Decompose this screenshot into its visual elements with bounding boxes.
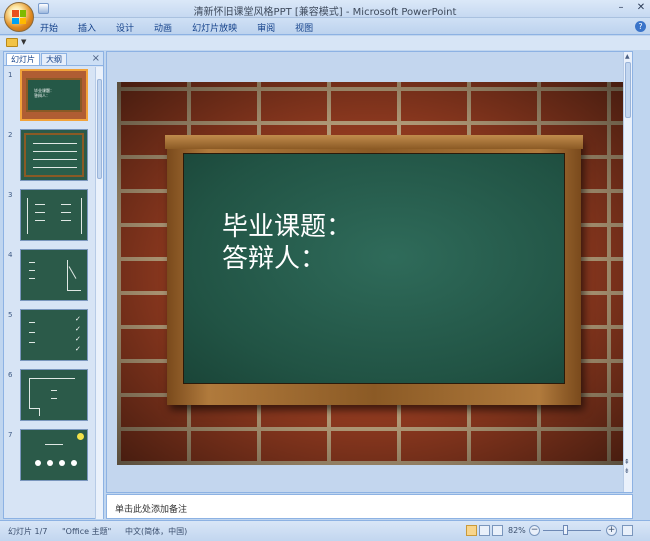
help-icon[interactable]: ? bbox=[635, 21, 646, 32]
slide-thumbnail-5[interactable]: 5 ✓ ✓ ✓ ✓ bbox=[4, 309, 96, 365]
slide-preview bbox=[20, 429, 88, 481]
scroll-up-icon[interactable]: ▲ bbox=[625, 53, 630, 60]
panel-tabs: 幻灯片 大纲 × bbox=[4, 52, 103, 66]
language-indicator[interactable]: 中文(简体，中国) bbox=[125, 526, 187, 537]
slide-number: 3 bbox=[8, 191, 13, 199]
tab-insert[interactable]: 插入 bbox=[78, 21, 96, 34]
tab-slides[interactable]: 幻灯片 bbox=[6, 53, 40, 65]
slide-preview bbox=[20, 369, 88, 421]
slide-preview bbox=[20, 129, 88, 181]
slide-sorter-view-icon[interactable] bbox=[479, 525, 490, 536]
tab-animations[interactable]: 动画 bbox=[154, 21, 172, 34]
close-panel-button[interactable]: × bbox=[92, 53, 100, 64]
slides-panel: 幻灯片 大纲 × 1 毕业课题： 答辩人： 2 3 4 5 ✓ ✓ ✓ ✓ 6 … bbox=[3, 51, 104, 519]
office-logo-icon bbox=[12, 10, 26, 24]
slide-thumbnail-2[interactable]: 2 bbox=[4, 129, 96, 185]
slide-number: 6 bbox=[8, 371, 13, 379]
folder-icon[interactable] bbox=[6, 38, 18, 47]
ribbon: 开始 插入 设计 动画 幻灯片放映 审阅 视图 ? bbox=[0, 18, 650, 35]
tab-outline[interactable]: 大纲 bbox=[41, 53, 67, 65]
fit-to-window-icon[interactable] bbox=[622, 525, 633, 536]
window-controls: – ✕ bbox=[614, 2, 648, 14]
slide-thumbnail-4[interactable]: 4 bbox=[4, 249, 96, 305]
current-slide[interactable]: 毕业课题： 答辩人： bbox=[117, 82, 626, 465]
slide-number: 5 bbox=[8, 311, 13, 319]
slide-preview bbox=[20, 249, 88, 301]
slide-number: 4 bbox=[8, 251, 13, 259]
zoom-in-button[interactable]: + bbox=[606, 525, 617, 536]
tab-design[interactable]: 设计 bbox=[116, 21, 134, 34]
scrollbar-thumb[interactable] bbox=[625, 62, 631, 118]
zoom-slider-handle[interactable] bbox=[563, 525, 568, 535]
slide-thumbnail-7[interactable]: 7 bbox=[4, 429, 96, 485]
slide-number: 2 bbox=[8, 131, 13, 139]
slide-number: 7 bbox=[8, 431, 13, 439]
title-bar: 清新怀旧课堂风格PPT [兼容模式] - Microsoft PowerPoin… bbox=[0, 0, 650, 18]
tab-review[interactable]: 审阅 bbox=[257, 21, 275, 34]
scrollbar-thumb[interactable] bbox=[97, 79, 102, 179]
zoom-out-button[interactable]: − bbox=[529, 525, 540, 536]
slide-show-view-icon[interactable] bbox=[492, 525, 503, 536]
office-button[interactable] bbox=[4, 2, 34, 32]
slide-title-text[interactable]: 毕业课题： 答辩人： bbox=[222, 211, 352, 275]
slide-thumbnails: 1 毕业课题： 答辩人： 2 3 4 5 ✓ ✓ ✓ ✓ 6 7 bbox=[4, 67, 96, 519]
window-title: 清新怀旧课堂风格PPT [兼容模式] - Microsoft PowerPoin… bbox=[193, 7, 457, 18]
zoom-level[interactable]: 82% bbox=[508, 526, 526, 535]
slide-preview: 毕业课题： 答辩人： bbox=[20, 69, 88, 121]
notes-placeholder: 单击此处添加备注 bbox=[115, 505, 188, 515]
slide-preview bbox=[20, 189, 88, 241]
zoom-slider[interactable] bbox=[543, 530, 601, 531]
slide-number: 1 bbox=[8, 71, 13, 79]
slide-preview: ✓ ✓ ✓ ✓ bbox=[20, 309, 88, 361]
slide-thumbnail-6[interactable]: 6 bbox=[4, 369, 96, 425]
slide-thumbnail-3[interactable]: 3 bbox=[4, 189, 96, 245]
close-button[interactable]: ✕ bbox=[634, 2, 648, 14]
minimize-button[interactable]: – bbox=[614, 2, 628, 14]
chevron-down-icon[interactable]: ▼ bbox=[21, 38, 26, 46]
chalkboard: 毕业课题： 答辩人： bbox=[183, 153, 565, 384]
theme-name[interactable]: "Office 主题" bbox=[62, 526, 111, 537]
chalkboard-frame: 毕业课题： 答辩人： bbox=[165, 135, 583, 405]
page-nav-icon[interactable]: ⇞ ⇟ bbox=[624, 458, 630, 476]
title-line-2: 答辩人： bbox=[222, 244, 327, 274]
slide-counter: 幻灯片 1/7 bbox=[8, 527, 48, 536]
view-buttons bbox=[466, 525, 503, 536]
tab-home[interactable]: 开始 bbox=[40, 21, 58, 34]
title-line-1: 毕业课题： bbox=[222, 212, 353, 242]
thumbnails-scrollbar[interactable] bbox=[95, 67, 103, 519]
normal-view-icon[interactable] bbox=[466, 525, 477, 536]
ribbon-tabs: 开始 插入 设计 动画 幻灯片放映 审阅 视图 bbox=[40, 21, 333, 34]
minimized-ribbon-row: ▼ bbox=[0, 36, 650, 50]
slide-editor: 毕业课题： 答辩人： ▲ ⇞ ⇟ bbox=[106, 51, 633, 493]
slide-scrollbar[interactable]: ▲ ⇞ ⇟ bbox=[623, 52, 632, 492]
tab-view[interactable]: 视图 bbox=[295, 21, 313, 34]
notes-pane[interactable]: 单击此处添加备注 bbox=[106, 494, 633, 519]
tab-slide-show[interactable]: 幻灯片放映 bbox=[192, 21, 237, 34]
status-bar: 幻灯片 1/7 "Office 主题" 中文(简体，中国) 82% − + bbox=[0, 520, 650, 541]
slide-thumbnail-1[interactable]: 1 毕业课题： 答辩人： bbox=[4, 69, 96, 125]
